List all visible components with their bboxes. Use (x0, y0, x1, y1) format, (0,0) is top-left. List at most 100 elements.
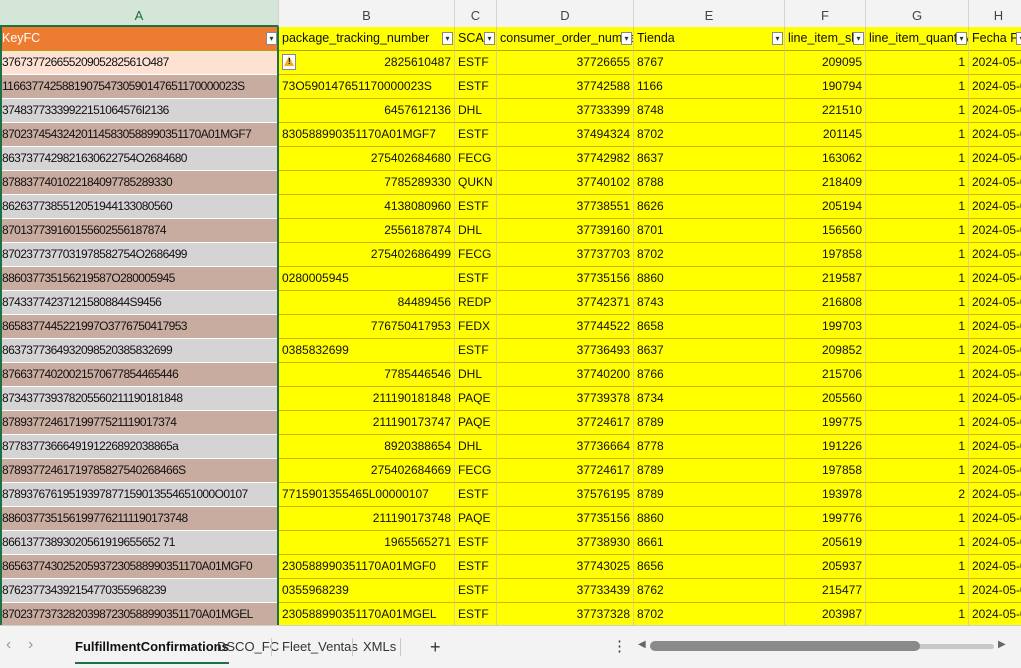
header-cell-d[interactable]: consumer_order_number (497, 27, 634, 51)
filter-dropdown-icon[interactable]: ▾ (772, 32, 783, 45)
cell-g[interactable]: 1 (866, 339, 969, 363)
prev-sheet-icon[interactable]: ‹ (6, 636, 11, 654)
cell-h[interactable]: 2024-05-03 (969, 411, 1021, 435)
cell-e[interactable]: 8788 (634, 171, 785, 195)
cell-h[interactable]: 2024-05-03 (969, 459, 1021, 483)
cell-g[interactable]: 1 (866, 387, 969, 411)
cell-g[interactable]: 1 (866, 123, 969, 147)
cell-h[interactable]: 2024-05-03 (969, 531, 1021, 555)
cell-f[interactable]: 197858 (785, 459, 866, 483)
cell-d[interactable]: 37740102 (497, 171, 634, 195)
cell-c[interactable]: PAQE (455, 411, 497, 435)
cell-b[interactable]: 84489456 (279, 291, 455, 315)
cell-e[interactable]: 8767 (634, 51, 785, 75)
cell-a[interactable]: 8637377429821630622754O2684680 (0, 147, 279, 171)
cell-b[interactable]: 211190173747 (279, 411, 455, 435)
cell-a[interactable]: 37483773339922151064576I2136 (0, 99, 279, 123)
cell-f[interactable]: 219587 (785, 267, 866, 291)
cell-f[interactable]: 193978 (785, 483, 866, 507)
cell-f[interactable]: 191226 (785, 435, 866, 459)
scroll-left-icon[interactable]: ◀ (638, 639, 646, 650)
cell-b[interactable]: 230588990351170A01MGEL (279, 603, 455, 625)
cell-f[interactable]: 197858 (785, 243, 866, 267)
next-sheet-icon[interactable]: › (28, 636, 33, 654)
cell-d[interactable]: 37740200 (497, 363, 634, 387)
cell-c[interactable]: ESTF (455, 339, 497, 363)
cell-d[interactable]: 37724617 (497, 459, 634, 483)
cell-c[interactable]: FECG (455, 459, 497, 483)
cell-a[interactable]: 8637377364932098520385832699 (0, 339, 279, 363)
cell-a[interactable]: 87893767619519397877159013554651000O0107 (0, 483, 279, 507)
cell-c[interactable]: ESTF (455, 267, 497, 291)
cell-f[interactable]: 216808 (785, 291, 866, 315)
column-header-e[interactable]: E (634, 0, 785, 27)
cell-f[interactable]: 205619 (785, 531, 866, 555)
cell-f[interactable]: 199703 (785, 315, 866, 339)
cell-c[interactable]: DHL (455, 435, 497, 459)
cell-f[interactable]: 218409 (785, 171, 866, 195)
cell-c[interactable]: ESTF (455, 603, 497, 625)
cell-a[interactable]: 116637742588190754730590147651170000023S (0, 75, 279, 99)
cell-g[interactable]: 1 (866, 75, 969, 99)
cell-g[interactable]: 1 (866, 99, 969, 123)
tab-fleet-ventas[interactable]: Fleet_Ventas (282, 632, 358, 662)
cell-a[interactable]: 87663774020021570677854465446 (0, 363, 279, 387)
cell-e[interactable]: 8701 (634, 219, 785, 243)
cell-b[interactable]: 73O590147651170000023S (279, 75, 455, 99)
cell-b[interactable]: 830588990351170A01MGF7 (279, 123, 455, 147)
header-cell-b[interactable]: package_tracking_number (279, 27, 455, 51)
cell-g[interactable]: 1 (866, 51, 969, 75)
cell-h[interactable]: 2024-05-03 (969, 219, 1021, 243)
cell-h[interactable]: 2024-05-03 (969, 603, 1021, 625)
cell-d[interactable]: 37738551 (497, 195, 634, 219)
cell-b[interactable]: 211190181848 (279, 387, 455, 411)
cell-d[interactable]: 37735156 (497, 507, 634, 531)
cell-e[interactable]: 8789 (634, 411, 785, 435)
cell-c[interactable]: ESTF (455, 75, 497, 99)
cell-d[interactable]: 37736664 (497, 435, 634, 459)
cell-a[interactable]: 8702377377031978582754O2686499 (0, 243, 279, 267)
add-sheet-button[interactable]: + (430, 632, 441, 662)
cell-e[interactable]: 8766 (634, 363, 785, 387)
cell-b[interactable]: 7715901355465L00000107 (279, 483, 455, 507)
cell-f[interactable]: 215706 (785, 363, 866, 387)
cell-g[interactable]: 1 (866, 315, 969, 339)
column-header-b[interactable]: B (279, 0, 455, 27)
cell-a[interactable]: 874337742371215808844S9456 (0, 291, 279, 315)
column-header-a[interactable]: A (0, 0, 279, 27)
cell-b[interactable]: 0280005945 (279, 267, 455, 291)
more-options-icon[interactable]: ⋮ (612, 632, 627, 662)
cell-f[interactable]: 203987 (785, 603, 866, 625)
tab-fulfillmentconfirmations[interactable]: FulfillmentConfirmations (75, 632, 229, 664)
cell-b[interactable]: 8920388654 (279, 435, 455, 459)
cell-a[interactable]: 873437739378205560211190181848 (0, 387, 279, 411)
cell-c[interactable]: FEDX (455, 315, 497, 339)
cell-f[interactable]: 190794 (785, 75, 866, 99)
cell-d[interactable]: 37739378 (497, 387, 634, 411)
cell-e[interactable]: 8778 (634, 435, 785, 459)
cell-a[interactable]: 870237454324201145830588990351170A01MGF7 (0, 123, 279, 147)
cell-h[interactable]: 2024-05-03 (969, 99, 1021, 123)
cell-d[interactable]: 37733439 (497, 579, 634, 603)
cell-g[interactable]: 1 (866, 171, 969, 195)
cell-e[interactable]: 8658 (634, 315, 785, 339)
cell-h[interactable]: 2024-05-03 (969, 363, 1021, 387)
cell-h[interactable]: 2024-05-03 (969, 387, 1021, 411)
cell-f[interactable]: 209095 (785, 51, 866, 75)
cell-c[interactable]: DHL (455, 99, 497, 123)
cell-h[interactable]: 2024-05-04 (969, 51, 1021, 75)
cell-g[interactable]: 1 (866, 411, 969, 435)
cell-b[interactable]: 275402684680 (279, 147, 455, 171)
filter-dropdown-icon[interactable]: ▾ (621, 32, 632, 45)
cell-g[interactable]: 1 (866, 555, 969, 579)
cell-g[interactable]: 1 (866, 291, 969, 315)
filter-dropdown-icon[interactable]: ▾ (442, 32, 453, 45)
cell-c[interactable]: REDP (455, 291, 497, 315)
cell-d[interactable]: 37738930 (497, 531, 634, 555)
cell-c[interactable]: ESTF (455, 555, 497, 579)
cell-d[interactable]: 37742588 (497, 75, 634, 99)
cell-f[interactable]: 205937 (785, 555, 866, 579)
cell-h[interactable]: 2024-05-03 (969, 171, 1021, 195)
cell-g[interactable]: 1 (866, 267, 969, 291)
cell-d[interactable]: 37735156 (497, 267, 634, 291)
